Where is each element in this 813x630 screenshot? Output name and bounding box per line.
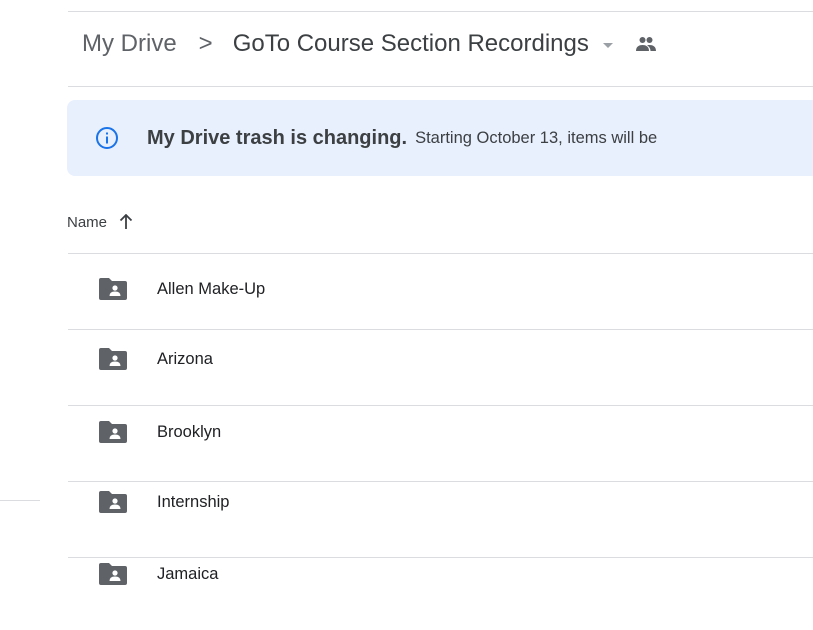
row-divider bbox=[68, 405, 813, 406]
list-item[interactable]: Internship bbox=[68, 482, 813, 522]
folder-menu-caret-icon[interactable] bbox=[602, 42, 613, 48]
shared-folder-icon bbox=[97, 277, 129, 301]
shared-folder-icon bbox=[97, 562, 129, 586]
breadcrumb: My Drive > GoTo Course Section Recording… bbox=[82, 24, 657, 64]
breadcrumb-separator: > bbox=[198, 30, 213, 57]
list-item-label: Internship bbox=[157, 492, 230, 511]
column-header-name[interactable]: Name bbox=[67, 208, 133, 236]
trash-change-banner: My Drive trash is changing. Starting Oct… bbox=[67, 100, 813, 176]
sort-ascending-arrow-icon[interactable] bbox=[119, 214, 133, 230]
header-divider bbox=[68, 86, 813, 87]
shared-folder-icon bbox=[97, 490, 129, 514]
list-item[interactable]: Jamaica bbox=[68, 554, 813, 594]
top-divider bbox=[68, 11, 813, 12]
list-item[interactable]: Arizona bbox=[68, 339, 813, 379]
row-divider bbox=[68, 329, 813, 330]
row-divider bbox=[68, 253, 813, 254]
shared-folder-icon bbox=[97, 347, 129, 371]
list-item-label: Arizona bbox=[157, 349, 213, 368]
list-item[interactable]: Brooklyn bbox=[68, 412, 813, 452]
info-icon bbox=[95, 126, 119, 150]
column-name-label: Name bbox=[67, 213, 108, 231]
breadcrumb-my-drive[interactable]: My Drive bbox=[82, 30, 177, 58]
list-item-label: Jamaica bbox=[157, 564, 219, 583]
list-item-label: Brooklyn bbox=[157, 422, 222, 441]
breadcrumb-current-folder[interactable]: GoTo Course Section Recordings bbox=[233, 30, 589, 58]
banner-title: My Drive trash is changing. bbox=[147, 126, 408, 149]
shared-people-icon[interactable] bbox=[635, 36, 657, 52]
shared-folder-icon bbox=[97, 420, 129, 444]
list-item-label: Allen Make-Up bbox=[157, 279, 266, 298]
banner-message: Starting October 13, items will be bbox=[415, 128, 658, 147]
left-edge-divider bbox=[0, 500, 40, 501]
drive-folder-view: My Drive > GoTo Course Section Recording… bbox=[0, 0, 813, 630]
list-item[interactable]: Allen Make-Up bbox=[68, 269, 813, 309]
